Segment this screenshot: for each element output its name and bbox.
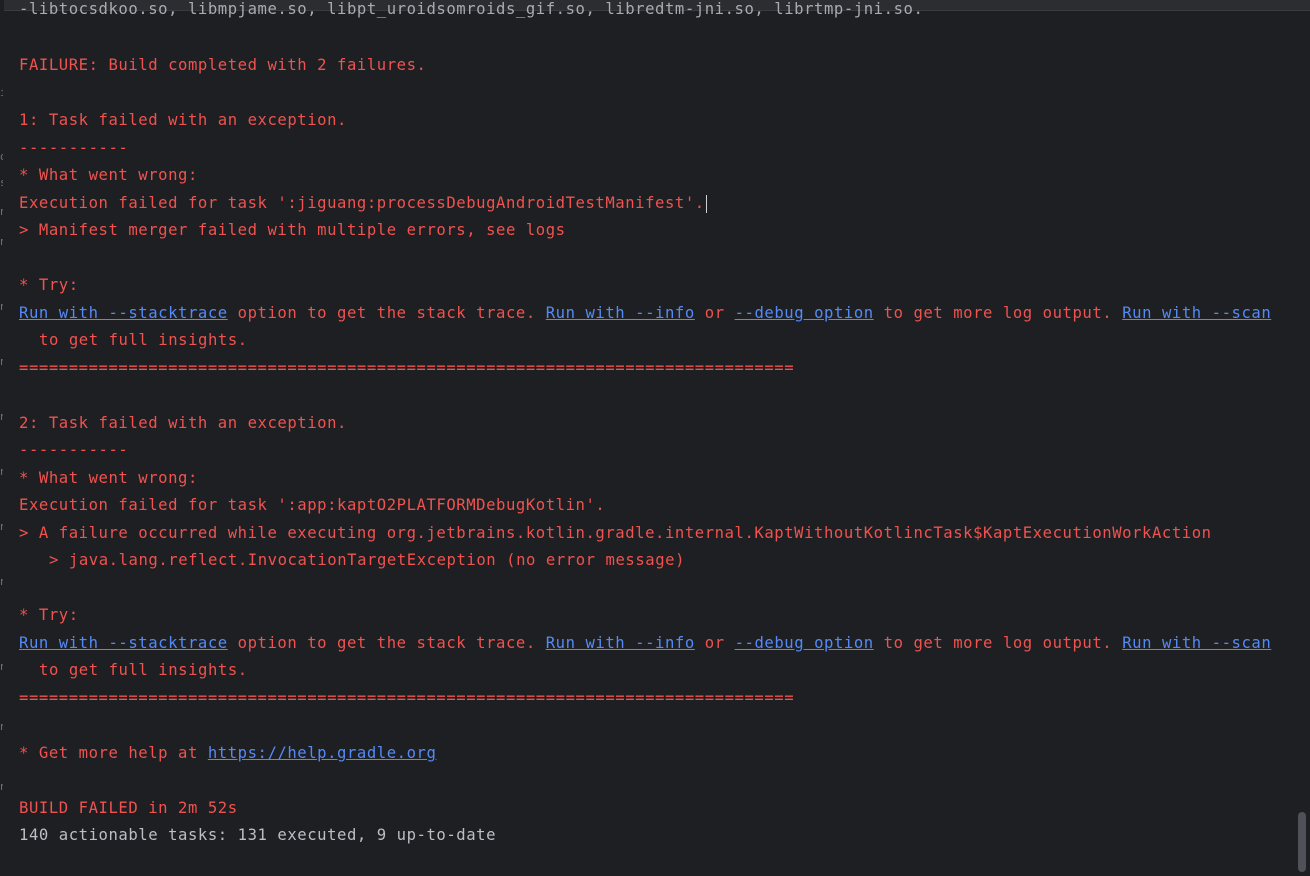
failure-2-detail-nested: > java.lang.reflect.InvocationTargetExce…: [49, 551, 686, 569]
debug-option-link[interactable]: --debug option: [735, 304, 874, 322]
failure-1-separator: -----------: [19, 139, 129, 157]
failure-1-detail: > Manifest merger failed with multiple e…: [19, 221, 566, 239]
gutter-mark: n: [0, 660, 3, 674]
failure-1-what-went-wrong: * What went wrong:: [19, 166, 198, 184]
run-with-info-link[interactable]: Run with --info: [546, 304, 695, 322]
run-with-scan-link[interactable]: Run with --scan: [1122, 304, 1271, 322]
help-prefix: * Get more help at: [19, 744, 208, 762]
left-gutter: i o s n n n n n n n n n n n: [0, 0, 4, 876]
console-output[interactable]: i o s n n n n n n n n n n n -libtocsdkoo…: [0, 0, 1310, 876]
debug-option-link[interactable]: --debug option: [735, 634, 874, 652]
gutter-mark: n: [0, 355, 3, 369]
failure-2-what-went-wrong: * What went wrong:: [19, 469, 198, 487]
vertical-scrollbar-track[interactable]: [1298, 10, 1306, 876]
try-text: to get more log output.: [873, 304, 1123, 322]
partial-top-line: -libtocsdkoo.so, libmpjame.so, libpt_uro…: [19, 0, 924, 18]
failure-2-execution-line: Execution failed for task ':app:kaptO2PL…: [19, 496, 606, 514]
try-text-or: or: [694, 304, 735, 322]
failure-1-try-line: Run with --stacktrace option to get the …: [19, 302, 1271, 324]
failure-2-separator: -----------: [19, 441, 129, 459]
failure-1-header: 1: Task failed with an exception.: [19, 111, 347, 129]
vertical-scrollbar-thumb[interactable]: [1298, 812, 1306, 872]
failure-1-execution-text: Execution failed for task ':jiguang:proc…: [19, 194, 705, 212]
gutter-mark: n: [0, 205, 3, 219]
gutter-mark: n: [0, 520, 3, 534]
failure-2-header: 2: Task failed with an exception.: [19, 414, 347, 432]
tasks-summary-line: 140 actionable tasks: 131 executed, 9 up…: [19, 826, 497, 844]
gutter-mark: n: [0, 720, 3, 734]
run-with-stacktrace-link[interactable]: Run with --stacktrace: [19, 304, 228, 322]
gutter-mark: n: [0, 780, 3, 794]
failure-summary: FAILURE: Build completed with 2 failures…: [19, 56, 427, 74]
text-caret: [705, 194, 707, 213]
gutter-mark: n: [0, 575, 3, 589]
run-with-stacktrace-link[interactable]: Run with --stacktrace: [19, 634, 228, 652]
failure-1-execution-line: Execution failed for task ':jiguang:proc…: [19, 192, 707, 214]
try-text-or: or: [694, 634, 735, 652]
try-text: to get more log output.: [873, 634, 1123, 652]
gradle-help-link[interactable]: https://help.gradle.org: [208, 744, 437, 762]
build-failed-line: BUILD FAILED in 2m 52s: [19, 799, 238, 817]
gutter-mark: n: [0, 300, 3, 314]
try-text: option to get the stack trace.: [227, 304, 546, 322]
gutter-mark: n: [0, 410, 3, 424]
try-text: option to get the stack trace.: [227, 634, 546, 652]
run-with-scan-link[interactable]: Run with --scan: [1122, 634, 1271, 652]
failure-1-try-continuation: to get full insights.: [39, 331, 248, 349]
failure-2-try-line: Run with --stacktrace option to get the …: [19, 632, 1271, 654]
failure-2-detail: > A failure occurred while executing org…: [19, 524, 1212, 542]
failure-2-try-continuation: to get full insights.: [39, 661, 248, 679]
gutter-mark: o: [0, 150, 3, 164]
gutter-mark: s: [0, 176, 3, 190]
gutter-mark: i: [0, 86, 3, 100]
failure-1-double-separator: ========================================…: [19, 359, 795, 377]
failure-2-try-label: * Try:: [19, 606, 79, 624]
help-line: * Get more help at https://help.gradle.o…: [19, 742, 436, 764]
failure-2-double-separator: ========================================…: [19, 689, 795, 707]
gutter-mark: n: [0, 235, 3, 249]
gutter-mark: n: [0, 465, 3, 479]
run-with-info-link[interactable]: Run with --info: [546, 634, 695, 652]
failure-1-try-label: * Try:: [19, 276, 79, 294]
